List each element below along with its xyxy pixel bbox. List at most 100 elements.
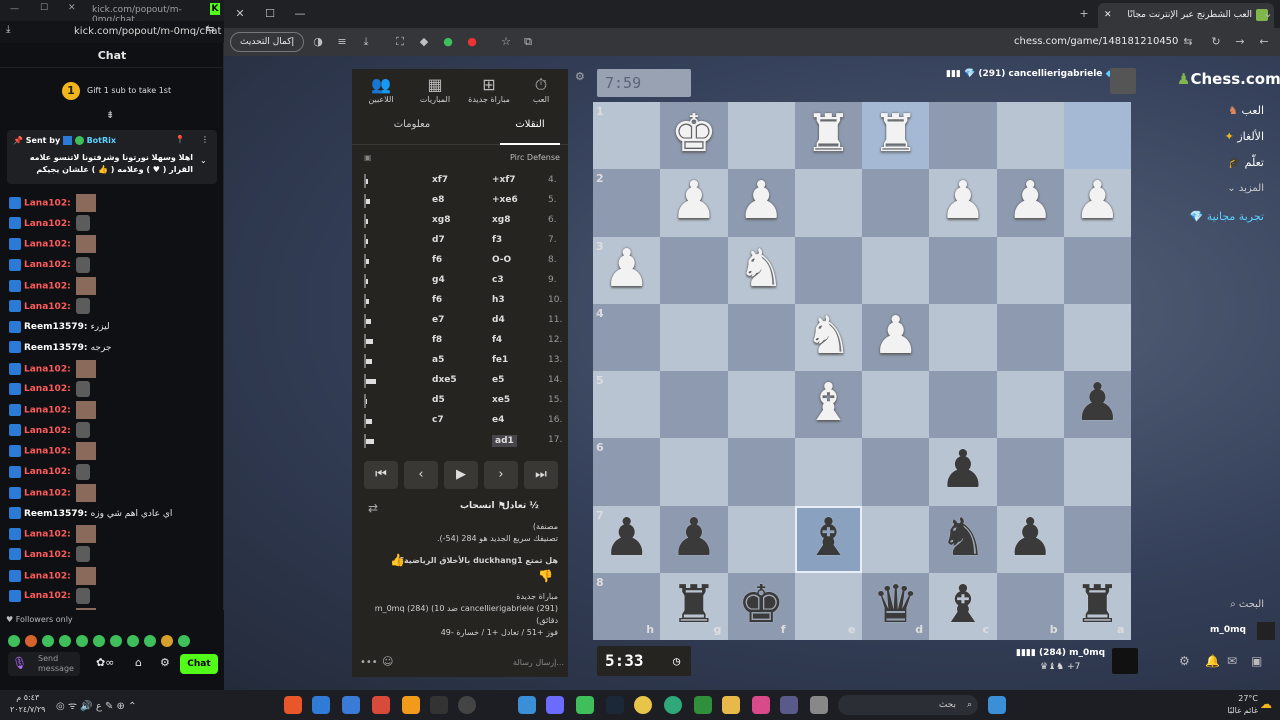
chess-board[interactable]: ♚ ♜ ♜ ♟ ♟ ♟ ♟ ♟ ♟ ♞ ♞ ♟ ♝ ♟ ♟ ♟ ♟ ♝ ♞ ♟ ♜ ♚ ♛ ♝ ♜ 1 2 3 4 5 6 7 8 h g f e d c b… — [593, 102, 1131, 640]
extensions-list-icon[interactable]: ≡ — [334, 34, 350, 50]
black-pawn-piece[interactable]: ♟ — [1064, 371, 1131, 438]
wallet-icon[interactable]: ◆ — [416, 34, 432, 50]
move-row[interactable]: 13. fe1 a5 — [352, 351, 568, 371]
finish-update-button[interactable]: إكمال التحديث — [230, 32, 304, 52]
board-square[interactable] — [862, 371, 930, 439]
white-move[interactable]: O-O — [492, 255, 511, 265]
white-move[interactable]: ad1 — [492, 435, 517, 447]
prev-move-button[interactable]: ‹ — [404, 461, 438, 489]
chat-username[interactable]: Lana102 — [24, 571, 67, 581]
board-square[interactable] — [794, 236, 862, 304]
taskbar-app-1[interactable] — [284, 696, 302, 714]
messages-icon[interactable]: ✉ — [1227, 654, 1237, 668]
white-pawn-piece[interactable]: ♟ — [728, 169, 795, 236]
black-pawn-piece[interactable]: ♟ — [929, 438, 996, 505]
black-pawn-piece[interactable]: ♟ — [997, 506, 1064, 573]
board-square[interactable] — [1063, 102, 1131, 170]
nav-search[interactable]: البحث ⌕ — [1230, 599, 1264, 610]
taskbar-app-16[interactable] — [752, 696, 770, 714]
board-square[interactable] — [1063, 505, 1131, 573]
taskbar-app-17[interactable] — [780, 696, 798, 714]
thumbs-up-icon[interactable]: 👍 — [390, 553, 405, 567]
board-square[interactable] — [929, 303, 997, 371]
black-move[interactable]: f6 — [432, 295, 442, 305]
taskbar-app-14[interactable] — [694, 696, 712, 714]
black-pawn-piece[interactable]: ♟ — [660, 506, 727, 573]
mic-icon[interactable]: 🎙 — [12, 656, 27, 670]
taskbar-search[interactable]: بحث ⌕ — [838, 695, 978, 715]
board-square[interactable] — [727, 102, 795, 170]
board-square[interactable] — [1063, 303, 1131, 371]
tab-search-icon[interactable]: ⌄ — [1260, 6, 1276, 22]
notification-bell-icon[interactable]: 🔔 — [1205, 654, 1220, 668]
taskbar-app-8[interactable] — [518, 696, 536, 714]
bookmark-star-icon[interactable]: ☆ — [498, 34, 514, 50]
board-square[interactable] — [1063, 236, 1131, 304]
taskbar-app-2[interactable] — [312, 696, 330, 714]
taskbar-app-6[interactable] — [430, 696, 448, 714]
site-info-icon[interactable]: ⇆ — [1180, 34, 1196, 50]
white-move[interactable]: f4 — [492, 335, 502, 345]
white-pawn-piece[interactable]: ♟ — [862, 304, 929, 371]
flip-board-icon[interactable]: ⇄ — [368, 501, 378, 515]
white-pawn-piece[interactable]: ♟ — [660, 169, 727, 236]
board-square[interactable] — [660, 438, 728, 506]
board-square[interactable] — [1063, 438, 1131, 506]
white-move[interactable]: +xf7 — [492, 175, 516, 185]
taskbar-app-4[interactable] — [372, 696, 390, 714]
weather-widget[interactable]: 27°C غائم غالبًا — [1218, 693, 1258, 717]
chat-username[interactable]: Lana102 — [24, 406, 67, 416]
reload-icon[interactable]: ↻ — [1208, 34, 1224, 50]
taskbar-chrome-icon[interactable] — [634, 696, 652, 714]
black-move[interactable]: d5 — [432, 395, 445, 405]
chat-username[interactable]: Lana102 — [24, 550, 67, 560]
white-move[interactable]: f3 — [492, 235, 502, 245]
nav-puzzles[interactable]: الألغاز ✦ — [1225, 130, 1264, 143]
tab-games[interactable]: ▦ المباريات — [410, 75, 460, 104]
first-move-button[interactable]: ⏮ — [364, 461, 398, 489]
board-square[interactable] — [862, 169, 930, 237]
move-row[interactable]: 5. +xe6 e8 — [352, 191, 568, 211]
player-avatar[interactable] — [1112, 648, 1138, 674]
board-square[interactable] — [929, 236, 997, 304]
board-square[interactable] — [996, 438, 1064, 506]
black-move[interactable]: f6 — [432, 255, 442, 265]
download-toolbar-icon[interactable]: ⤓ — [358, 34, 374, 50]
board-square[interactable] — [862, 236, 930, 304]
chat-username[interactable]: Reem13579 — [24, 509, 84, 519]
board-square[interactable] — [996, 102, 1064, 170]
board-settings-icon[interactable]: ⚙ — [575, 70, 585, 83]
unpin-icon[interactable]: 📍 — [175, 135, 185, 144]
tray-icons[interactable]: ◎ ᯤ 🔊 ع ✎ ⊕ ⌃ — [56, 698, 137, 712]
nav-user[interactable]: m_0mq — [1210, 625, 1246, 635]
board-square[interactable] — [794, 169, 862, 237]
chat-username[interactable]: Reem13579 — [24, 343, 84, 353]
chat-username[interactable]: Lana102 — [24, 302, 67, 312]
forward-icon[interactable]: → — [1232, 34, 1248, 50]
move-row[interactable]: 6. xg8 xg8 — [352, 211, 568, 231]
white-move[interactable]: h3 — [492, 295, 505, 305]
move-row[interactable]: 11. d4 e7 — [352, 311, 568, 331]
new-tab-icon[interactable]: + — [1076, 6, 1092, 22]
close-icon[interactable]: ✕ — [68, 3, 76, 13]
white-rook-piece[interactable]: ♜ — [795, 102, 862, 169]
board-square[interactable] — [996, 303, 1064, 371]
move-row[interactable]: 9. c3 g4 — [352, 271, 568, 291]
last-move-button[interactable]: ⏭ — [524, 461, 558, 489]
white-rook-piece[interactable]: ♜ — [862, 102, 929, 169]
board-square[interactable] — [929, 102, 997, 170]
tab-chess[interactable]: ✕ العب الشطرنج عبر الإنترنت مجانًا — [1098, 3, 1274, 28]
emote-bar[interactable] — [8, 632, 195, 651]
white-move[interactable]: e5 — [492, 375, 504, 385]
tab-play[interactable]: ⏱ العب — [516, 75, 566, 104]
address-url[interactable]: chess.com/game/148181210450 — [1014, 32, 1234, 52]
white-move[interactable]: xg8 — [492, 215, 511, 225]
board-square[interactable] — [727, 438, 795, 506]
move-row[interactable]: 10. h3 f6 — [352, 291, 568, 311]
install-app-icon[interactable]: ⧉ — [520, 34, 536, 50]
profile-icon[interactable]: ▣ — [1251, 654, 1262, 668]
nav-more[interactable]: المزيد ⌄ — [1227, 183, 1264, 194]
maximize-icon[interactable]: ☐ — [40, 3, 48, 13]
taskbar-steam-icon[interactable] — [606, 696, 624, 714]
chat-username[interactable]: Lana102 — [24, 426, 67, 436]
